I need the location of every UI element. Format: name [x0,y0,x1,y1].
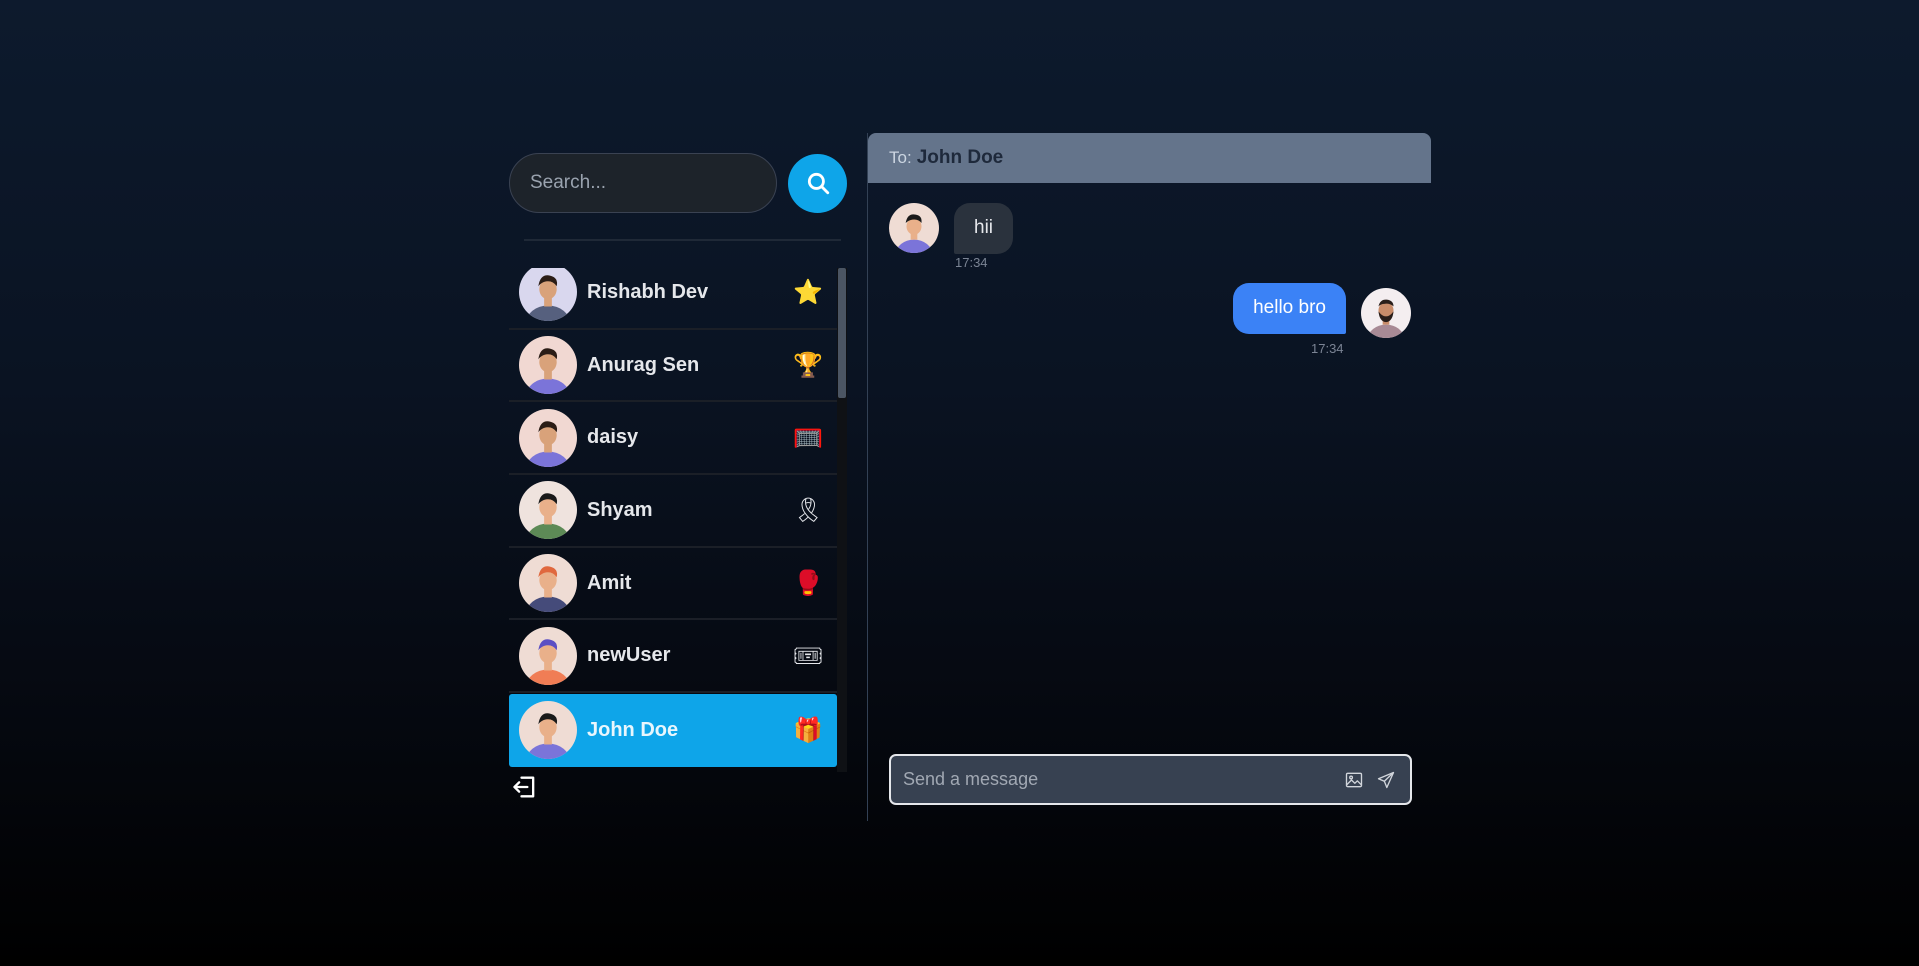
search-button[interactable] [788,153,847,213]
chat-pane: To: John Doe hii 17:34 hello bro 17:34 S… [868,133,1431,821]
conversation-list-container: Rishabh Dev ⭐ Anurag Sen 🏆 daisy 🥅 Shyam 🎗 Amit 🥊… [509,268,847,906]
to-label: To: [889,148,912,167]
avatar [519,268,577,322]
conversation-item[interactable]: Anurag Sen 🏆 [509,330,837,403]
avatar [519,408,577,467]
conversation-emoji-icon: 🥅 [793,423,823,452]
send-button[interactable] [1374,768,1398,792]
chat-header: To: John Doe [868,133,1431,183]
avatar [519,701,577,760]
scrollbar-thumb[interactable] [838,268,846,398]
conversation-name: newUser [587,644,671,667]
search-icon [807,172,829,195]
message-incoming: hii [889,203,1014,254]
image-icon [1345,772,1363,787]
send-icon [1377,771,1395,788]
conversation-item[interactable]: Rishabh Dev ⭐ [509,268,837,330]
chat-app: Rishabh Dev ⭐ Anurag Sen 🏆 daisy 🥅 Shyam 🎗 Amit 🥊… [509,133,1431,821]
scrollbar[interactable] [837,268,847,772]
divider [524,239,841,241]
message-input[interactable] [903,769,1334,790]
message-bubble: hello bro [1233,283,1346,334]
conversation-name: daisy [587,426,639,449]
conversation-name: Amit [587,571,632,594]
conversation-emoji-icon: ⭐ [793,278,823,307]
avatar [519,626,577,685]
conversation-name: Anurag Sen [587,353,700,376]
search-bar [509,153,847,213]
attach-image-button[interactable] [1342,768,1366,792]
avatar [1361,288,1411,338]
conversation-name: John Doe [587,718,679,741]
avatar [519,554,577,613]
conversation-name: Shyam [587,498,653,521]
message-bubble: hii [954,203,1014,254]
conversation-emoji-icon: 🎁 [793,716,823,745]
message-composer [889,754,1412,805]
avatar [889,203,939,253]
conversation-name: Rishabh Dev [587,280,709,303]
logout-icon [513,776,535,798]
conversation-list: Rishabh Dev ⭐ Anurag Sen 🏆 daisy 🥅 Shyam 🎗 Amit 🥊… [509,268,837,772]
recipient-name: John Doe [916,147,1004,168]
conversation-item[interactable]: newUser 🎟 [509,620,837,694]
conversation-emoji-icon: 🎟 [793,641,824,670]
conversation-item[interactable]: John Doe 🎁 [509,694,837,767]
avatar [519,481,577,540]
conversation-item[interactable]: daisy 🥅 [509,402,837,476]
sidebar: Rishabh Dev ⭐ Anurag Sen 🏆 daisy 🥅 Shyam 🎗 Amit 🥊… [509,133,868,821]
conversation-emoji-icon: 🏆 [793,351,823,380]
conversation-emoji-icon: 🥊 [793,569,823,598]
conversation-emoji-icon: 🎗 [793,496,824,525]
conversation-item[interactable]: Amit 🥊 [509,548,837,621]
message-time: 17:34 [955,255,988,270]
search-input[interactable] [509,153,777,213]
message-outgoing: hello bro [1233,283,1411,338]
conversation-item[interactable]: Shyam 🎗 [509,475,837,548]
logout-button[interactable] [511,773,539,801]
message-time: 17:34 [1311,341,1344,356]
avatar [519,336,577,395]
